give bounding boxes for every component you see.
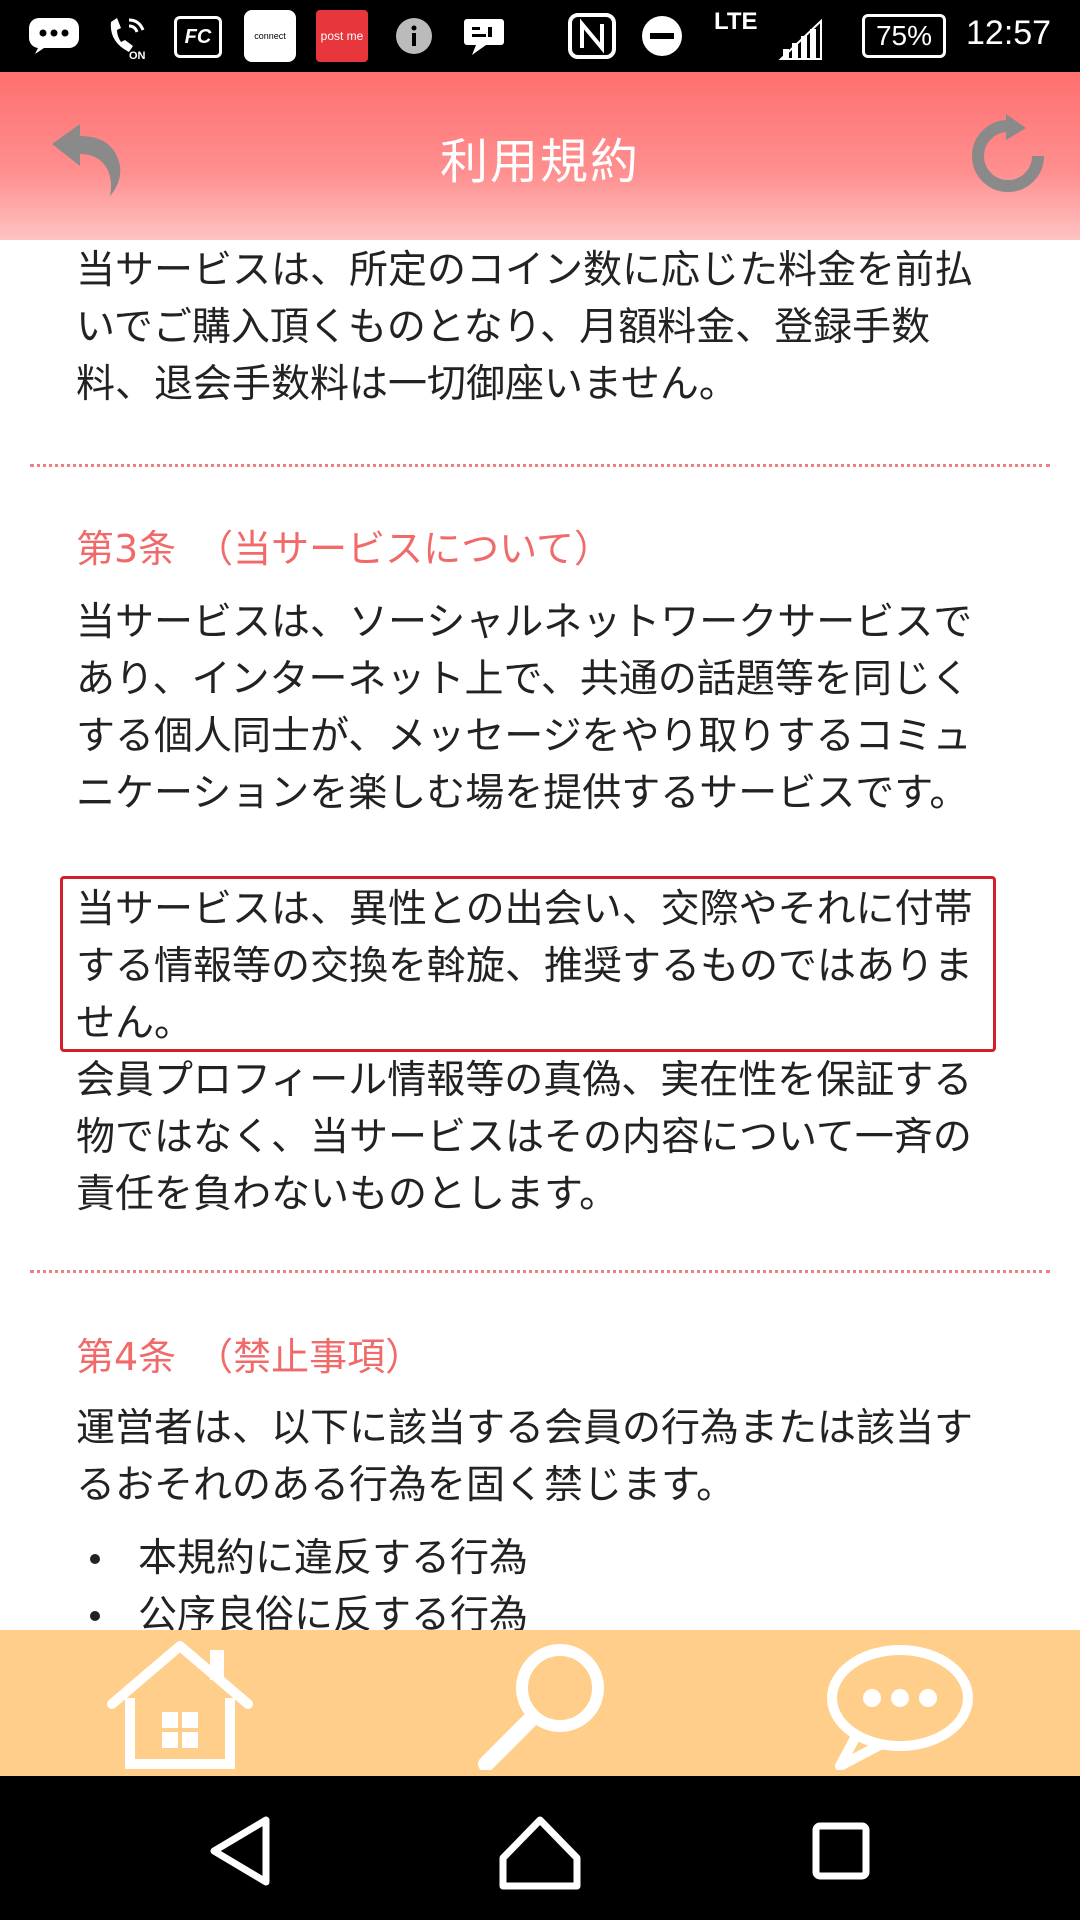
nfc-icon (566, 12, 618, 60)
system-back-icon[interactable] (196, 1806, 286, 1896)
intro-paragraph: 当サービスは、所定のコイン数に応じた料金を前払いでご購入頂くものとなり、月額料金… (76, 248, 974, 407)
wifi-calling-icon: ON (102, 12, 152, 60)
list-item: 公序良俗に反する行為 (76, 1587, 1006, 1630)
status-bar: ON FC connect post me LTE 75% 12:57 (0, 0, 1080, 72)
search-icon[interactable] (460, 1640, 620, 1772)
info-icon (394, 12, 434, 60)
bottom-nav (0, 1630, 1080, 1776)
fc-app-icon: FC (174, 16, 222, 58)
section-divider (30, 1270, 1050, 1273)
article-3-title: 第3条 （当サービスについて） (76, 527, 613, 571)
app-header: 利用規約 (0, 72, 1080, 240)
article-4-paragraph-1: 運営者は、以下に該当する会員の行為または該当するおそれのある行為を固く禁じます。 (76, 1406, 974, 1508)
connect-app-icon: connect (244, 10, 296, 62)
chat-icon[interactable] (820, 1640, 980, 1771)
battery-icon: 75% (862, 14, 946, 58)
article-4-title: 第4条 （禁止事項） (76, 1335, 424, 1379)
article-3-paragraph-2: 当サービスは、異性との出会い、交際やそれに付帯する情報等の交換を斡旋、推奨するも… (76, 887, 974, 1046)
list-item: 本規約に違反する行為 (76, 1530, 1006, 1587)
svg-text:ON: ON (129, 50, 146, 60)
system-nav-bar (0, 1776, 1080, 1920)
system-recents-icon[interactable] (796, 1806, 886, 1896)
signal-icon (776, 16, 826, 64)
system-home-icon[interactable] (495, 1806, 585, 1896)
article-3-paragraph-1: 当サービスは、ソーシャルネットワークサービスであり、インターネット上で、共通の話… (76, 600, 973, 816)
prohibited-list: 本規約に違反する行為 公序良俗に反する行為 (76, 1530, 1006, 1630)
post-me-app-icon: post me (316, 10, 368, 62)
article-3-paragraph-3: 会員プロフィール情報等の真偽、実在性を保証する物ではなく、当サービスはその内容に… (76, 1058, 973, 1217)
message-icon (462, 12, 508, 60)
chat-bubble-icon (26, 12, 82, 60)
do-not-disturb-icon (640, 12, 684, 60)
clock: 12:57 (966, 14, 1052, 52)
page-title: 利用規約 (439, 134, 640, 190)
section-divider (30, 464, 1050, 467)
terms-content[interactable]: 当サービスは、所定のコイン数に応じた料金を前払いでご購入頂くものとなり、月額料金… (0, 240, 1080, 1630)
network-type: LTE (714, 8, 758, 35)
home-icon[interactable] (100, 1640, 260, 1770)
reload-icon[interactable] (966, 114, 1050, 198)
